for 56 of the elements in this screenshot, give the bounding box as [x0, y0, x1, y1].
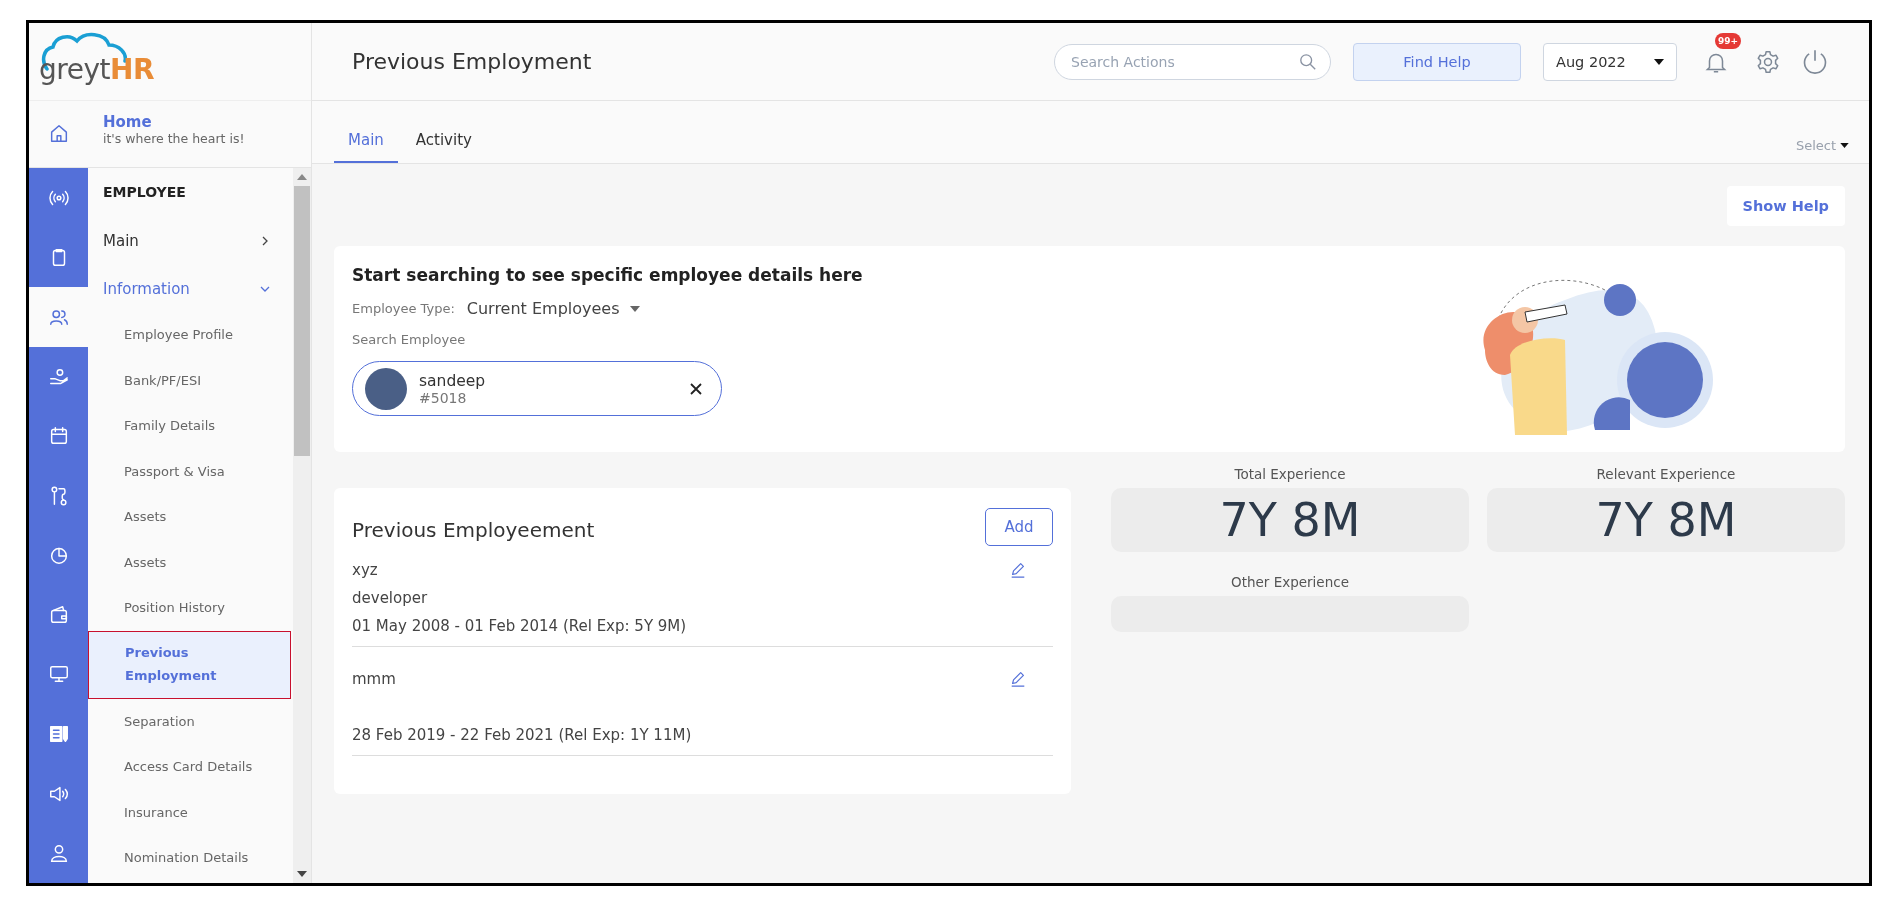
scroll-up-icon[interactable] [297, 174, 307, 180]
employee-type-dropdown[interactable]: Current Employees [466, 299, 640, 318]
field-label: Search Employee [352, 332, 467, 347]
settings-icon[interactable] [1755, 48, 1781, 75]
menu-group[interactable]: Main [88, 216, 293, 266]
menu-item[interactable]: Separation [88, 698, 293, 744]
close-icon[interactable] [689, 381, 703, 396]
experience-label: Other Experience [1231, 574, 1349, 592]
experience-label: Total Experience [1234, 466, 1346, 484]
menu-group[interactable]: Information [88, 266, 293, 312]
menu-item[interactable]: Position History [88, 585, 293, 631]
tab[interactable]: Activity [401, 131, 486, 163]
scroll-down-icon[interactable] [297, 871, 307, 877]
card-title: Start searching to see specific employee details here [352, 265, 863, 285]
power-icon[interactable] [1801, 47, 1829, 76]
edit-icon[interactable] [1009, 561, 1027, 579]
search-field[interactable]: Search Actions [1054, 43, 1331, 80]
menu-item[interactable]: Employee Profile [88, 312, 293, 358]
menu-item[interactable]: Family Details [88, 403, 293, 449]
tab[interactable]: Main [334, 131, 398, 163]
employment-period: 01 May 2008 - 01 Feb 2014 (Rel Exp: 5Y 9M) [352, 616, 688, 637]
section-heading: EMPLOYEE [102, 183, 187, 202]
caret-icon [629, 305, 640, 312]
menu-item[interactable]: Access Card Details [88, 744, 293, 790]
experience-value-box: 7Y 8M [1111, 488, 1469, 552]
search-icon[interactable] [1299, 52, 1317, 71]
menu-item[interactable]: Bank/PF/ESI [88, 357, 293, 403]
menu-item[interactable]: Passport & Visa [88, 448, 293, 494]
logo-text: greytHR [39, 53, 154, 86]
employment-period: 28 Feb 2019 - 22 Feb 2021 (Rel Exp: 1Y 11M) [352, 725, 693, 746]
menu-item[interactable]: Insurance [88, 789, 293, 835]
menu-item[interactable]: Previous Employment [88, 630, 291, 699]
document-icon [47, 723, 70, 745]
caret-icon [1654, 58, 1664, 65]
menu-item[interactable]: Assets [88, 494, 293, 540]
field-label: Employee Type: [352, 301, 455, 316]
home-link[interactable]: Home it's where the heart is! [88, 101, 245, 167]
nav-icon-button[interactable] [29, 287, 88, 347]
page-title: Previous Employment [352, 49, 593, 74]
company-name: mmm [352, 669, 396, 690]
menu-item[interactable]: Assets [88, 539, 293, 585]
show-help-button[interactable]: Show Help [1726, 186, 1845, 226]
avatar-photo-placeholder [365, 367, 407, 410]
card-title: Previous Employeement [352, 518, 595, 542]
period-dropdown[interactable]: Aug 2022 [1543, 42, 1677, 81]
company-name: xyz [352, 560, 378, 581]
edit-icon[interactable] [1009, 670, 1027, 688]
menu-item[interactable]: Nomination Details [88, 835, 293, 881]
scrollbar[interactable] [293, 168, 311, 883]
experience-label: Relevant Experience [1596, 466, 1736, 484]
find-help-button[interactable]: Find Help [1353, 42, 1521, 81]
caret-icon [1840, 143, 1849, 148]
job-title: developer [352, 588, 429, 609]
add-button[interactable]: Add [985, 508, 1053, 546]
experience-value-box: 7Y 8M [1487, 488, 1845, 552]
notification-count: 99+ [1715, 32, 1742, 49]
